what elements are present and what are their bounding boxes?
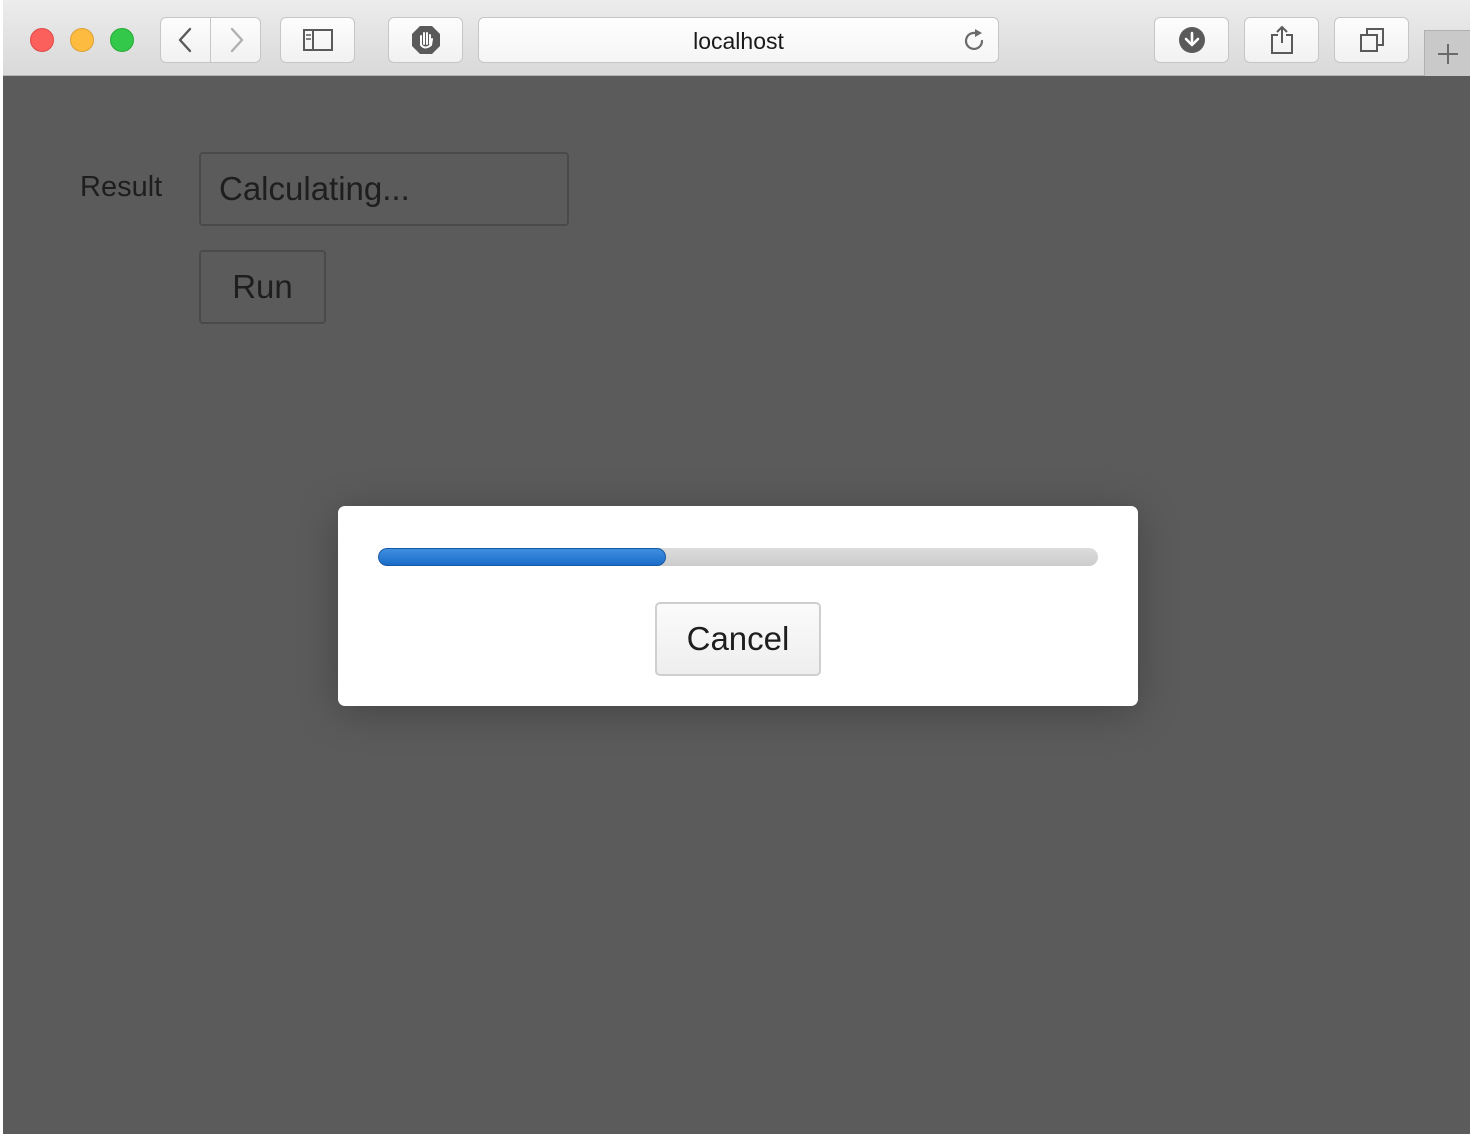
run-button[interactable]: Run <box>199 250 326 324</box>
url-text: localhost <box>693 28 784 54</box>
nav-button-group <box>160 17 261 63</box>
tab-overview-button[interactable] <box>1334 17 1409 63</box>
browser-toolbar: localhost <box>3 0 1470 76</box>
share-icon <box>1270 25 1293 54</box>
result-label: Result <box>80 171 163 203</box>
browser-window: localhost Result Calculating... Run Canc… <box>3 0 1470 1134</box>
share-button[interactable] <box>1244 17 1319 63</box>
chevron-left-icon <box>178 27 191 53</box>
adblock-button[interactable] <box>388 17 463 63</box>
hand-stop-icon <box>411 26 440 54</box>
tab-overview-icon <box>1359 28 1384 52</box>
result-field[interactable] <box>199 152 569 226</box>
new-tab-button[interactable] <box>1424 30 1470 76</box>
progress-fill <box>378 548 666 566</box>
reload-icon[interactable] <box>960 27 988 55</box>
sidebar-button[interactable] <box>280 17 355 63</box>
cancel-button[interactable]: Cancel <box>655 602 821 676</box>
close-window-button[interactable] <box>30 28 54 52</box>
sidebar-icon <box>302 29 333 51</box>
downloads-button[interactable] <box>1154 17 1229 63</box>
chevron-right-icon <box>230 27 243 53</box>
zoom-window-button[interactable] <box>110 28 134 52</box>
plus-icon <box>1437 43 1458 64</box>
page-content: Result Run Cancel <box>3 76 1470 1134</box>
address-bar[interactable]: localhost <box>478 17 999 63</box>
download-icon <box>1178 27 1205 53</box>
minimize-window-button[interactable] <box>70 28 94 52</box>
forward-button[interactable] <box>210 18 260 62</box>
progress-dialog: Cancel <box>338 506 1138 706</box>
back-button[interactable] <box>161 18 210 62</box>
progress-bar <box>378 548 1098 566</box>
